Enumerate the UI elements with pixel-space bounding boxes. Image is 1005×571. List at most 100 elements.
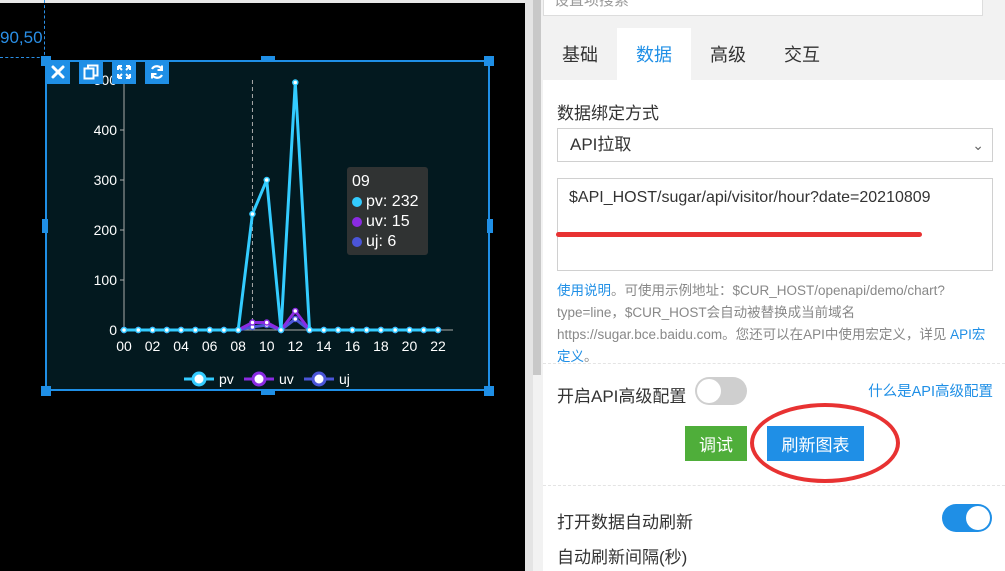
legend-marker-uv bbox=[251, 371, 267, 387]
refresh-icon bbox=[150, 65, 164, 79]
tooltip-uv: uv: 15 bbox=[366, 213, 410, 230]
data-point-pv bbox=[334, 326, 342, 334]
delete-button[interactable] bbox=[46, 60, 70, 84]
uv-dot bbox=[352, 217, 362, 227]
data-point-uv bbox=[263, 319, 270, 326]
refresh-interval-label: 自动刷新间隔(秒) bbox=[557, 548, 688, 567]
data-point-pv bbox=[377, 326, 385, 334]
coordinate-readout: 90,50 bbox=[0, 28, 43, 47]
tooltip-title: 09 bbox=[352, 173, 370, 190]
data-point-pv bbox=[277, 326, 285, 334]
legend-label-uj: uj bbox=[339, 371, 350, 387]
data-point-pv bbox=[292, 79, 299, 86]
x-tick-label: 00 bbox=[116, 338, 132, 354]
x-tick-label: 10 bbox=[259, 338, 275, 354]
data-point-pv bbox=[420, 326, 427, 334]
data-point-pv bbox=[234, 326, 242, 334]
chart-tooltip: 09 pv: 232 uv: 15 uj: 6 bbox=[347, 167, 428, 255]
copy-icon bbox=[83, 64, 99, 80]
data-point-pv bbox=[163, 326, 171, 334]
tooltip-uj: uj: 6 bbox=[366, 233, 397, 250]
data-point-pv bbox=[206, 326, 213, 334]
uj-dot bbox=[352, 237, 362, 247]
horizontal-guide bbox=[0, 57, 45, 58]
data-point-uv bbox=[249, 319, 256, 326]
advanced-api-help-link[interactable]: 什么是API高级配置 bbox=[868, 380, 993, 401]
x-tick-label: 04 bbox=[173, 338, 189, 354]
x-tick-label: 08 bbox=[230, 338, 246, 354]
data-point-pv bbox=[135, 326, 142, 334]
y-tick-label: 200 bbox=[94, 222, 118, 238]
data-point-pv bbox=[434, 326, 442, 334]
fullscreen-button[interactable] bbox=[112, 60, 136, 84]
canvas-area: 90,50 0 100 200 300 400 500 00 02 04 06 08 10 12 14 16… bbox=[0, 0, 525, 571]
y-tick-label: 100 bbox=[94, 272, 118, 288]
x-tick-label: 06 bbox=[202, 338, 218, 354]
tooltip-row-uv: uv: 15 bbox=[352, 212, 423, 232]
tab-interaction[interactable]: 交互 bbox=[765, 28, 839, 80]
close-icon bbox=[51, 65, 65, 79]
vertical-guide bbox=[44, 0, 45, 60]
x-tick-label: 12 bbox=[287, 338, 303, 354]
binding-value: API拉取 bbox=[570, 135, 632, 154]
panel-scrollbar[interactable] bbox=[533, 0, 541, 375]
data-tab-body: 数据绑定方式 API拉取 ⌄ $API_HOST/sugar/api/visit… bbox=[543, 80, 1005, 571]
help-text: 使用说明。可使用示例地址：$CUR_HOST/openapi/demo/char… bbox=[557, 280, 997, 368]
fullscreen-icon bbox=[117, 65, 131, 79]
data-point-uj bbox=[292, 315, 299, 323]
advanced-api-label: 开启API高级配置 bbox=[557, 387, 687, 406]
data-point-pv bbox=[149, 326, 156, 334]
y-tick-label: 400 bbox=[94, 122, 118, 138]
section-divider bbox=[543, 363, 1005, 364]
advanced-api-toggle[interactable] bbox=[695, 377, 747, 405]
x-tick-label: 22 bbox=[430, 338, 446, 354]
debug-button[interactable]: 调试 bbox=[685, 426, 747, 461]
data-point-pv bbox=[320, 326, 328, 334]
tooltip-row-uj: uj: 6 bbox=[352, 232, 423, 252]
widget-toolbar bbox=[46, 60, 169, 84]
tab-basic[interactable]: 基础 bbox=[543, 28, 617, 80]
help-link[interactable]: 使用说明 bbox=[557, 283, 611, 298]
auto-refresh-label: 打开数据自动刷新 bbox=[557, 513, 693, 532]
section-divider bbox=[543, 485, 1005, 486]
data-point-pv bbox=[263, 176, 270, 184]
data-point-pv bbox=[306, 326, 313, 334]
help-body: 。可使用示例地址：$CUR_HOST/openapi/demo/chart?ty… bbox=[557, 283, 951, 342]
tab-advanced[interactable]: 高级 bbox=[691, 28, 765, 80]
data-point-pv bbox=[406, 326, 413, 334]
annotation-circle bbox=[750, 403, 900, 483]
data-point-pv bbox=[249, 210, 256, 218]
tab-data[interactable]: 数据 bbox=[617, 28, 691, 80]
toggle-knob bbox=[697, 379, 721, 403]
x-tick-label: 02 bbox=[145, 338, 161, 354]
legend-label-pv: pv bbox=[219, 371, 234, 387]
x-tick-label: 20 bbox=[402, 338, 418, 354]
pv-dot bbox=[352, 197, 362, 207]
x-tick-label: 18 bbox=[373, 338, 389, 354]
reload-button[interactable] bbox=[145, 60, 169, 84]
data-point-pv bbox=[391, 326, 399, 334]
binding-label: 数据绑定方式 bbox=[557, 104, 659, 123]
data-point-pv bbox=[349, 326, 356, 334]
x-tick-label: 14 bbox=[316, 338, 332, 354]
data-point-uv bbox=[292, 307, 299, 315]
y-tick-label: 300 bbox=[94, 172, 118, 188]
legend-label-uv: uv bbox=[279, 371, 294, 387]
duplicate-button[interactable] bbox=[79, 60, 103, 84]
tooltip-row-pv: pv: 232 bbox=[352, 192, 423, 212]
data-point-pv bbox=[192, 326, 199, 334]
y-tick-label: 0 bbox=[109, 322, 117, 338]
toggle-knob bbox=[966, 506, 990, 530]
data-point-pv bbox=[220, 326, 228, 334]
data-point-pv bbox=[363, 326, 370, 334]
annotation-underline bbox=[556, 232, 922, 237]
binding-select[interactable]: API拉取 ⌄ bbox=[557, 128, 993, 162]
auto-refresh-toggle[interactable] bbox=[942, 504, 992, 532]
api-url-textarea[interactable]: $API_HOST/sugar/api/visitor/hour?date=20… bbox=[557, 178, 993, 271]
settings-search-input[interactable]: 设置项搜索 bbox=[543, 0, 983, 16]
legend-marker-uj bbox=[311, 371, 327, 387]
settings-panel: 设置项搜索 基础 数据 高级 交互 数据绑定方式 API拉取 ⌄ $API_HO… bbox=[525, 0, 1005, 571]
chevron-down-icon: ⌄ bbox=[972, 137, 984, 153]
help-end: 。 bbox=[584, 349, 598, 364]
legend-marker-pv bbox=[191, 371, 207, 387]
